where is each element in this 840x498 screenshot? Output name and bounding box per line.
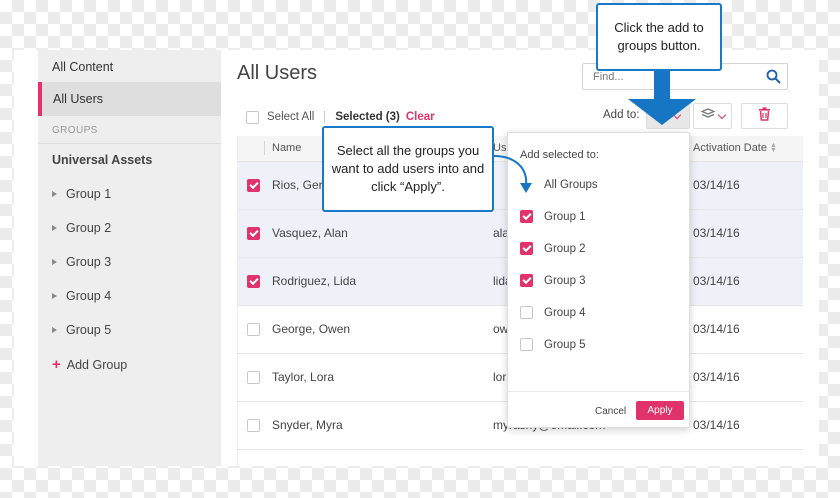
arrow-shaft <box>654 71 670 101</box>
callout-add-to-groups: Click the add to groups button. <box>596 3 722 71</box>
down-arrow-icon <box>628 99 696 125</box>
tutorial-arrows <box>493 71 696 193</box>
callout-select-groups: Select all the groups you want to add us… <box>322 126 494 212</box>
callout-text: Select all the groups you want to add us… <box>331 143 485 194</box>
arrow-head-icon <box>520 183 532 193</box>
callout-text: Click the add to groups button. <box>614 20 704 53</box>
curved-arrow-line <box>493 155 528 187</box>
